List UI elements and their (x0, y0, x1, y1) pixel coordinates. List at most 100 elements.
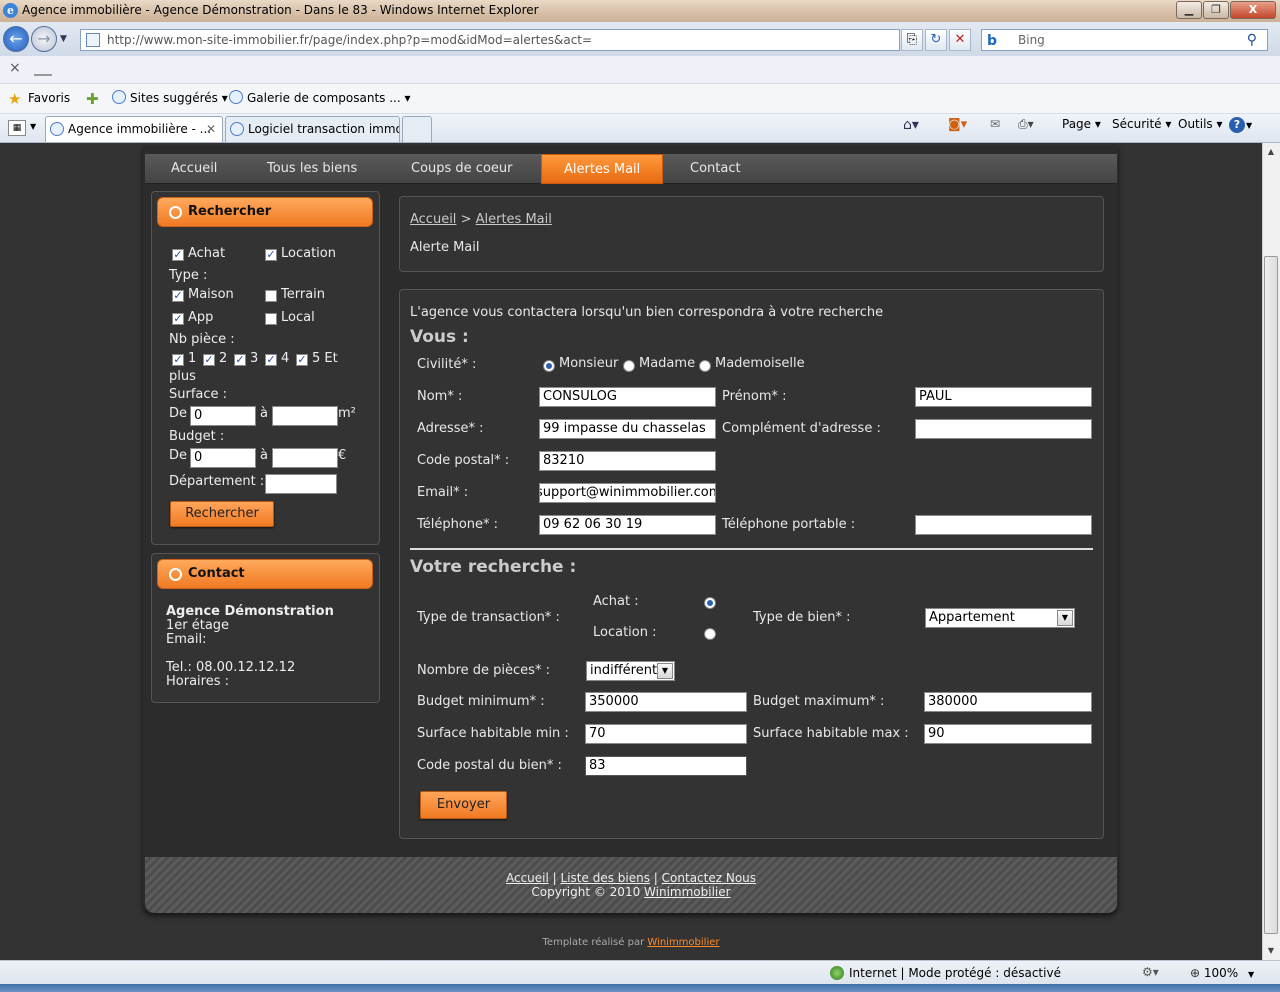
scroll-down-icon[interactable]: ▼ (1262, 943, 1280, 959)
portable-input[interactable] (915, 515, 1092, 535)
window-titlebar: e Agence immobilière - Agence Démonstrat… (0, 0, 1280, 22)
menu-alertes-mail[interactable]: Alertes Mail (541, 154, 664, 184)
transaction-achat-radio[interactable] (704, 597, 716, 609)
surface-max-input[interactable]: 90 (924, 724, 1092, 744)
stop-icon[interactable]: ✕ (949, 29, 971, 51)
forward-arrow-icon[interactable]: → (31, 26, 57, 52)
back-arrow-icon[interactable]: ← (3, 26, 29, 52)
copyright-brand-link[interactable]: Winimmobilier (644, 885, 731, 899)
pieces-select[interactable]: indifférent ▼ (586, 661, 675, 681)
madame-radio[interactable] (623, 360, 635, 372)
web-slice-gallery-link[interactable]: Galerie de composants ... ▾ (247, 91, 411, 105)
menu-accueil[interactable]: Accueil (171, 154, 217, 184)
feeds-icon[interactable]: ◙▾ (948, 117, 967, 132)
location-checkbox[interactable]: ✓ (265, 249, 277, 261)
breadcrumb-home-link[interactable]: Accueil (410, 212, 456, 227)
rechercher-button[interactable]: Rechercher (170, 501, 274, 527)
chevron-down-icon[interactable]: ▼ (657, 663, 673, 679)
print-icon[interactable]: ⎙▾ (1018, 117, 1034, 132)
address-input[interactable]: http://www.mon-site-immobilier.fr/page/i… (80, 29, 900, 51)
zone-status[interactable]: Internet | Mode protégé : désactivé (849, 966, 1061, 980)
telephone-input[interactable]: 09 62 06 30 19 (539, 515, 716, 535)
cp-bien-input[interactable]: 83 (585, 756, 747, 776)
compatibility-icon[interactable]: ⎘ (901, 29, 923, 51)
new-tab-button[interactable] (402, 116, 432, 142)
help-dropdown-icon[interactable]: ▼ (1246, 121, 1252, 130)
breadcrumb-current-link[interactable]: Alertes Mail (476, 212, 552, 227)
search-icon[interactable]: ⚲ (1247, 30, 1257, 50)
quick-tabs-icon[interactable]: ▦ (8, 120, 26, 136)
app-checkbox[interactable]: ✓ (172, 313, 184, 325)
zoom-level[interactable]: ⊕ 100% ▼ (1190, 966, 1254, 980)
close-window-button[interactable]: X (1230, 1, 1276, 19)
m2-label: m² (338, 406, 356, 421)
security-menu[interactable]: Sécurité ▾ (1112, 117, 1171, 131)
footer-liste-link[interactable]: Liste des biens (561, 871, 650, 885)
add-favorite-icon[interactable]: ✚ (86, 90, 99, 108)
help-icon[interactable]: ? (1229, 117, 1245, 133)
tab-label: Agence immobilière - ... (68, 122, 212, 136)
prenom-input[interactable]: PAUL (915, 387, 1092, 407)
page-menu[interactable]: Page ▾ (1062, 117, 1101, 131)
scroll-up-icon[interactable]: ▲ (1262, 144, 1280, 160)
complement-input[interactable] (915, 419, 1092, 439)
adresse-input[interactable]: 99 impasse du chasselas (539, 419, 716, 439)
piece-5-checkbox[interactable]: ✓ (296, 354, 308, 366)
tab-list-dropdown-icon[interactable]: ▼ (30, 122, 36, 131)
transaction-location-radio[interactable] (704, 628, 716, 640)
budget-label: Budget : (169, 429, 225, 444)
mail-icon[interactable]: ✉ (990, 117, 1000, 131)
maximize-button[interactable]: ❐ (1203, 1, 1229, 19)
scrollbar-thumb[interactable] (1264, 256, 1278, 934)
home-icon[interactable]: ⌂▾ (903, 117, 919, 133)
favorites-button[interactable]: Favoris (28, 91, 70, 105)
departement-input[interactable] (265, 474, 337, 494)
template-brand-link[interactable]: Winimmobilier (647, 937, 719, 948)
budget-min-input[interactable]: 350000 (585, 692, 747, 712)
code-postal-input[interactable]: 83210 (539, 451, 716, 471)
piece-2-checkbox[interactable]: ✓ (203, 354, 215, 366)
surface-min-input[interactable]: 70 (585, 724, 747, 744)
footer-contact-link[interactable]: Contactez Nous (662, 871, 756, 885)
menu-contact[interactable]: Contact (690, 154, 741, 184)
history-dropdown-icon[interactable]: ▼ (60, 34, 67, 44)
piece-3-checkbox[interactable]: ✓ (234, 354, 246, 366)
tab-logiciel[interactable]: Logiciel transaction immo... (225, 116, 400, 142)
budget-from-input[interactable]: 0 (190, 448, 256, 468)
search-input[interactable]: b Bing ⚲ (981, 29, 1268, 51)
refresh-icon[interactable]: ↻ (925, 29, 947, 51)
agency-address: 1er étage (166, 618, 230, 633)
surface-de-label: De (169, 406, 188, 421)
menu-coups-de-coeur[interactable]: Coups de coeur (411, 154, 513, 184)
menu-tous-les-biens[interactable]: Tous les biens (267, 154, 357, 184)
piece-1-checkbox[interactable]: ✓ (172, 354, 184, 366)
terrain-checkbox[interactable] (265, 290, 277, 302)
local-checkbox[interactable] (265, 313, 277, 325)
monsieur-radio[interactable] (543, 360, 555, 372)
surface-label: Surface : (169, 387, 228, 402)
budget-max-input[interactable]: 380000 (924, 692, 1092, 712)
chevron-down-icon[interactable]: ▼ (1057, 610, 1073, 626)
minimize-button[interactable]: ▁ (1176, 1, 1202, 19)
security-status-icon[interactable]: ⚙▾ (1142, 965, 1159, 979)
maison-checkbox[interactable]: ✓ (172, 290, 184, 302)
close-toolbar-icon[interactable]: × (9, 60, 21, 76)
terrain-label: Terrain (281, 287, 326, 302)
achat-checkbox[interactable]: ✓ (172, 249, 184, 261)
email-input[interactable]: support@winimmobilier.com (539, 483, 716, 503)
tools-menu[interactable]: Outils ▾ (1178, 117, 1223, 131)
surface-from-input[interactable]: 0 (190, 406, 256, 426)
budget-to-input[interactable] (272, 448, 338, 468)
type-bien-select[interactable]: Appartement ▼ (925, 608, 1075, 628)
close-tab-icon[interactable]: ✕ (206, 117, 216, 141)
mademoiselle-radio[interactable] (699, 360, 711, 372)
footer-accueil-link[interactable]: Accueil (506, 871, 549, 885)
maison-label: Maison (188, 287, 234, 302)
piece-4-checkbox[interactable]: ✓ (265, 354, 277, 366)
envoyer-button[interactable]: Envoyer (420, 791, 507, 819)
surface-to-input[interactable] (272, 406, 338, 426)
tab-agence[interactable]: Agence immobilière - ... ✕ (45, 116, 223, 142)
suggested-sites-link[interactable]: Sites suggérés ▾ (130, 91, 228, 105)
nom-input[interactable]: CONSULOG (539, 387, 716, 407)
achat-label: Achat (188, 246, 226, 261)
